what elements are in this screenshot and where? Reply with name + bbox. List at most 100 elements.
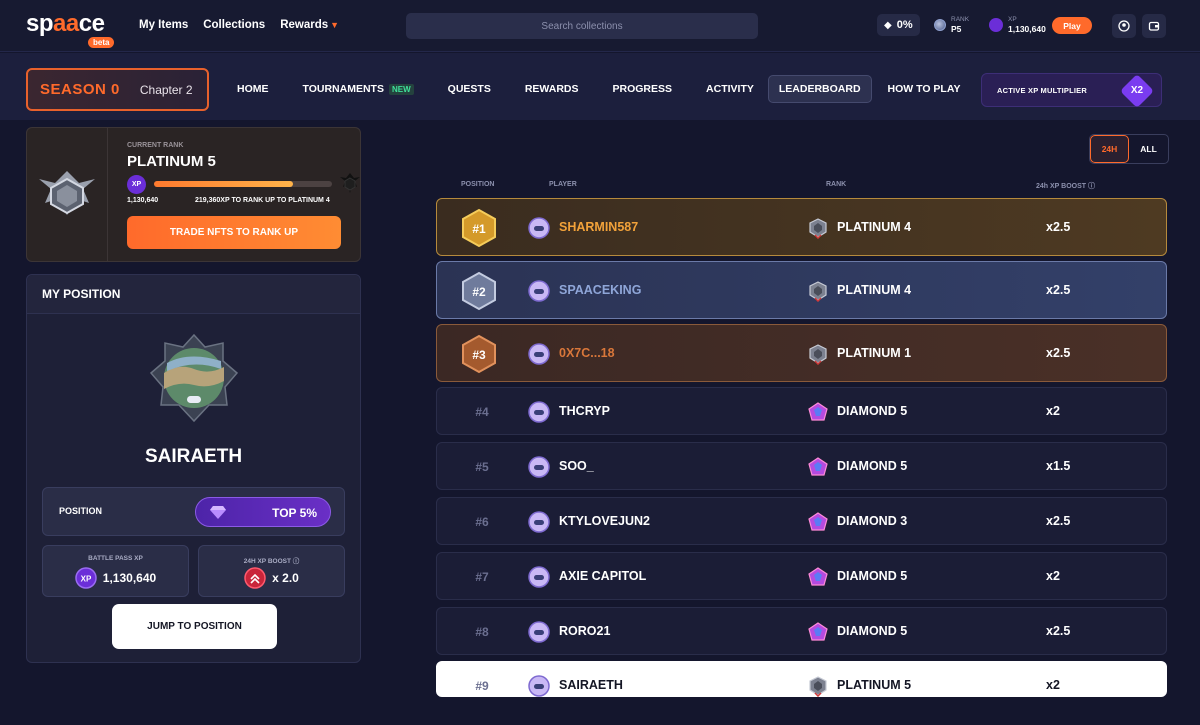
top-bar: spaace beta My Items Collections Rewards… [0, 0, 1200, 52]
jump-to-position-button[interactable]: JUMP TO POSITION [112, 604, 277, 649]
tab-rewards[interactable]: REWARDS [515, 75, 589, 103]
tab-quests[interactable]: QUESTS [438, 75, 501, 103]
diamond-rank-icon [808, 622, 828, 641]
table-row[interactable]: #7 AXIE CAPITOL DIAMOND 5 x2 [436, 552, 1167, 600]
svg-text:#2: #2 [472, 285, 486, 299]
tab-label: QUESTS [447, 83, 491, 95]
xp-mini-value: 1,130,640 [1008, 24, 1046, 34]
svg-text:XP: XP [80, 575, 91, 584]
season-tabs: HOME TOURNAMENTS NEW QUESTS REWARDS PROGR… [227, 75, 971, 103]
col-header-boost-text: 24h XP BOOST [1036, 183, 1087, 190]
row-player-name[interactable]: RORO21 [559, 624, 610, 638]
nav-my-items[interactable]: My Items [139, 19, 188, 31]
multiplier-badge: X2 [1120, 74, 1154, 108]
row-player-name[interactable]: SHARMIN587 [559, 220, 638, 234]
avatar [149, 333, 239, 423]
percent-stat[interactable]: ◆ 0% [877, 14, 920, 36]
diamond-rank-icon [808, 402, 828, 421]
player-name: SAIRAETH [144, 446, 243, 467]
row-position: #9 [475, 679, 489, 693]
trade-nfts-button[interactable]: TRADE NFTS TO RANK UP [127, 216, 341, 249]
rank-mini[interactable]: RANK P5 [934, 16, 969, 34]
xp-boost-value: x 2.0 [272, 571, 299, 585]
table-row[interactable]: #2 SPAACEKING PLATINUM 4 x2.5 [436, 261, 1167, 319]
table-row[interactable]: #6 KTYLOVEJUN2 DIAMOND 3 x2.5 [436, 497, 1167, 545]
tab-home[interactable]: HOME [227, 75, 279, 103]
user-icon [1118, 20, 1130, 32]
position-value: TOP 5% [272, 506, 317, 520]
row-position: #6 [475, 515, 489, 529]
table-row[interactable]: #8 RORO21 DIAMOND 5 x2.5 [436, 607, 1167, 655]
tab-activity[interactable]: ACTIVITY [696, 75, 764, 103]
row-position: #5 [475, 460, 489, 474]
next-rank-icon [340, 173, 360, 193]
table-row[interactable]: #5 SOO_ DIAMOND 5 x1.5 [436, 442, 1167, 490]
row-position: #4 [475, 405, 489, 419]
season-badge[interactable]: SEASON 0 Chapter 2 [26, 68, 209, 111]
xp-mini[interactable]: XP 1,130,640 [989, 16, 1046, 34]
percent-value: 0% [896, 19, 913, 31]
tab-progress[interactable]: PROGRESS [603, 75, 683, 103]
play-button[interactable]: Play [1052, 17, 1092, 34]
row-player-name[interactable]: SOO_ [559, 459, 594, 473]
rank-progress-bar [154, 181, 332, 187]
logo-wordmark: spaace [26, 10, 105, 37]
col-header-boost: 24h XP BOOST ⓘ [1036, 181, 1095, 191]
row-player-name[interactable]: AXIE CAPITOL [559, 569, 646, 583]
multiplier-value: X2 [1130, 85, 1144, 96]
table-row[interactable]: #9 SAIRAETH PLATINUM 5 x2 [436, 661, 1167, 697]
player-avatar-icon [528, 401, 550, 423]
xp-multiplier[interactable]: ACTIVE XP MULTIPLIER X2 [981, 73, 1162, 108]
toggle-24h[interactable]: 24H [1090, 135, 1129, 163]
toggle-all[interactable]: ALL [1129, 135, 1168, 163]
tab-tournaments[interactable]: TOURNAMENTS NEW [293, 75, 424, 103]
my-position-panel: MY POSITION SAIRAETH POSITION TOP 5% BAT… [26, 274, 361, 663]
season-chapter: Chapter 2 [139, 82, 193, 97]
info-icon[interactable]: ⓘ [293, 558, 300, 565]
table-row[interactable]: #1 SHARMIN587 PLATINUM 4 x2.5 [436, 198, 1167, 256]
my-position-title: MY POSITION [27, 275, 360, 314]
player-avatar-icon [528, 675, 550, 697]
xp-icon [989, 18, 1003, 32]
platinum-rank-icon [809, 344, 827, 365]
row-rank: DIAMOND 3 [837, 514, 908, 528]
season-title: SEASON 0 [40, 81, 120, 98]
timeframe-toggle: 24H ALL [1089, 134, 1169, 164]
row-boost: x2 [1046, 569, 1060, 583]
table-row[interactable]: #3 0X7C...18 PLATINUM 1 x2.5 [436, 324, 1167, 382]
svg-text:#3: #3 [472, 348, 486, 362]
platinum-rank-icon [39, 170, 95, 215]
row-rank: PLATINUM 1 [837, 346, 912, 360]
row-player-name[interactable]: KTYLOVEJUN2 [559, 514, 650, 528]
multiplier-label: ACTIVE XP MULTIPLIER [997, 85, 1087, 95]
podium-badge-icon: #3 [462, 334, 496, 374]
nav-rewards[interactable]: Rewards ▼ [280, 19, 339, 31]
row-player-name[interactable]: SPAACEKING [559, 283, 641, 297]
info-icon[interactable]: ⓘ [1088, 183, 1095, 190]
platinum-rank-icon [809, 281, 827, 302]
position-row: POSITION TOP 5% [42, 487, 345, 536]
rank-mini-value: P5 [951, 24, 962, 34]
row-position: #8 [475, 625, 489, 639]
spaace-logo[interactable]: spaace beta [26, 10, 116, 48]
wallet-button[interactable] [1142, 14, 1166, 38]
gem-icon [210, 506, 226, 519]
battle-pass-xp-value: 1,130,640 [102, 571, 157, 585]
row-player-name[interactable]: SAIRAETH [559, 678, 623, 692]
profile-button[interactable] [1112, 14, 1136, 38]
row-boost: x2 [1046, 678, 1060, 692]
current-rank-value: PLATINUM 5 [127, 153, 216, 170]
row-player-name[interactable]: 0X7C...18 [559, 346, 615, 360]
row-boost: x2.5 [1046, 624, 1071, 638]
tab-how-to-play[interactable]: HOW TO PLAY [878, 75, 971, 103]
tab-leaderboard[interactable]: LEADERBOARD [767, 75, 872, 103]
podium-badge-icon: #1 [462, 208, 496, 248]
rank-progress-fill [154, 181, 293, 187]
nav-collections[interactable]: Collections [203, 19, 265, 31]
search-input[interactable]: Search collections [406, 13, 758, 39]
table-row[interactable]: #4 THCRYP DIAMOND 5 x2 [436, 387, 1167, 435]
diamond-rank-icon [808, 457, 828, 476]
row-boost: x2.5 [1046, 346, 1071, 360]
row-player-name[interactable]: THCRYP [559, 404, 610, 418]
position-badge: TOP 5% [195, 497, 331, 527]
